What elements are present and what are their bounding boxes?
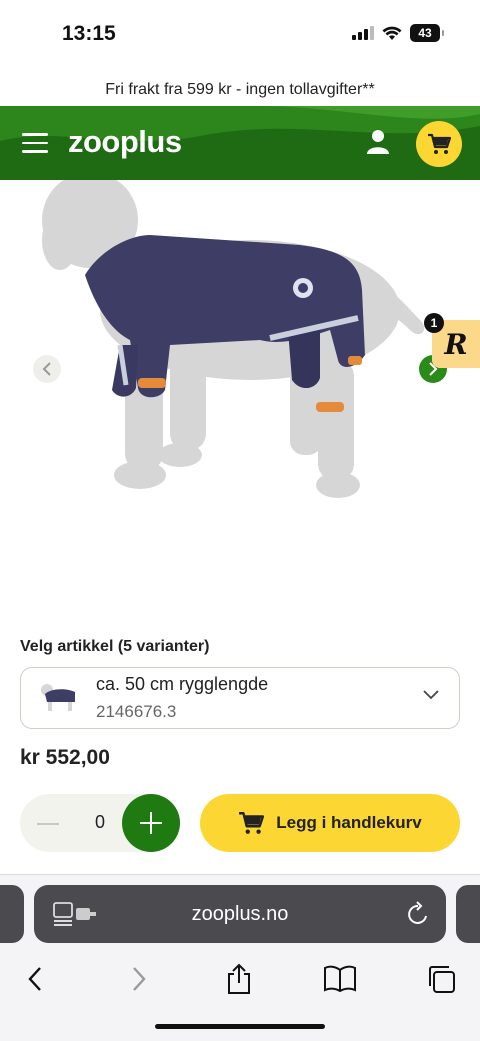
cart-icon — [239, 812, 265, 834]
zooplus-logo[interactable]: zooplus — [68, 124, 182, 160]
home-indicator[interactable] — [155, 1024, 325, 1029]
share-button[interactable] — [219, 959, 259, 999]
status-icons: 43 — [352, 24, 444, 42]
browser-toolbar: zooplus.no — [0, 874, 480, 1041]
back-button[interactable] — [15, 959, 55, 999]
minus-icon — [37, 823, 59, 825]
dog-raincoat-image — [42, 172, 425, 498]
previous-tab-edge[interactable] — [0, 885, 24, 943]
add-to-cart-button[interactable]: Legg i handlekurv — [200, 794, 460, 852]
back-icon — [28, 967, 41, 991]
carousel-prev-button[interactable] — [33, 355, 61, 383]
site-header: zooplus — [0, 106, 480, 180]
forward-button[interactable] — [119, 959, 159, 999]
quantity-increase-button[interactable] — [122, 794, 180, 852]
product-price: kr 552,00 — [20, 746, 110, 769]
user-icon[interactable] — [366, 128, 390, 156]
address-bar[interactable]: zooplus.no — [34, 885, 446, 943]
plus-icon — [140, 812, 162, 834]
cart-button[interactable] — [416, 121, 462, 167]
quantity-value[interactable]: 0 — [90, 812, 110, 833]
quantity-stepper: 0 — [20, 794, 180, 852]
variant-thumbnail — [41, 684, 75, 711]
next-tab-edge[interactable] — [456, 885, 480, 943]
tabs-icon — [429, 966, 455, 993]
bookmarks-icon — [324, 965, 356, 993]
quantity-decrease-button[interactable] — [36, 812, 60, 836]
url-text: zooplus.no — [191, 903, 289, 925]
reload-icon[interactable] — [406, 901, 430, 927]
variant-name: ca. 50 cm rygglengde — [96, 674, 269, 694]
share-icon — [228, 963, 250, 994]
status-bar: 13:15 43 — [0, 0, 480, 72]
status-time: 13:15 — [62, 22, 116, 45]
add-to-cart-label: Legg i handlekurv — [276, 813, 422, 832]
tabs-button[interactable] — [421, 959, 461, 999]
signal-icon — [352, 26, 374, 40]
chevron-left-icon — [42, 362, 51, 376]
variant-sku: 2146676.3 — [96, 702, 177, 721]
variant-dropdown[interactable]: ca. 50 cm rygglengde 2146676.3 — [20, 667, 460, 729]
bookmarks-button[interactable] — [320, 959, 360, 999]
browser-nav — [0, 955, 480, 1005]
wifi-icon — [382, 26, 402, 40]
forward-icon — [133, 967, 146, 991]
promo-banner[interactable]: Fri frakt fra 599 kr - ingen tollavgifte… — [0, 76, 480, 104]
chevron-down-icon — [423, 690, 439, 700]
hamburger-menu-icon[interactable] — [22, 133, 48, 153]
product-image[interactable] — [0, 172, 480, 610]
reward-count-badge: 1 — [424, 313, 444, 333]
cart-icon — [428, 133, 451, 154]
variant-title: Velg artikkel (5 varianter) — [20, 638, 210, 655]
battery-icon: 43 — [410, 24, 444, 42]
